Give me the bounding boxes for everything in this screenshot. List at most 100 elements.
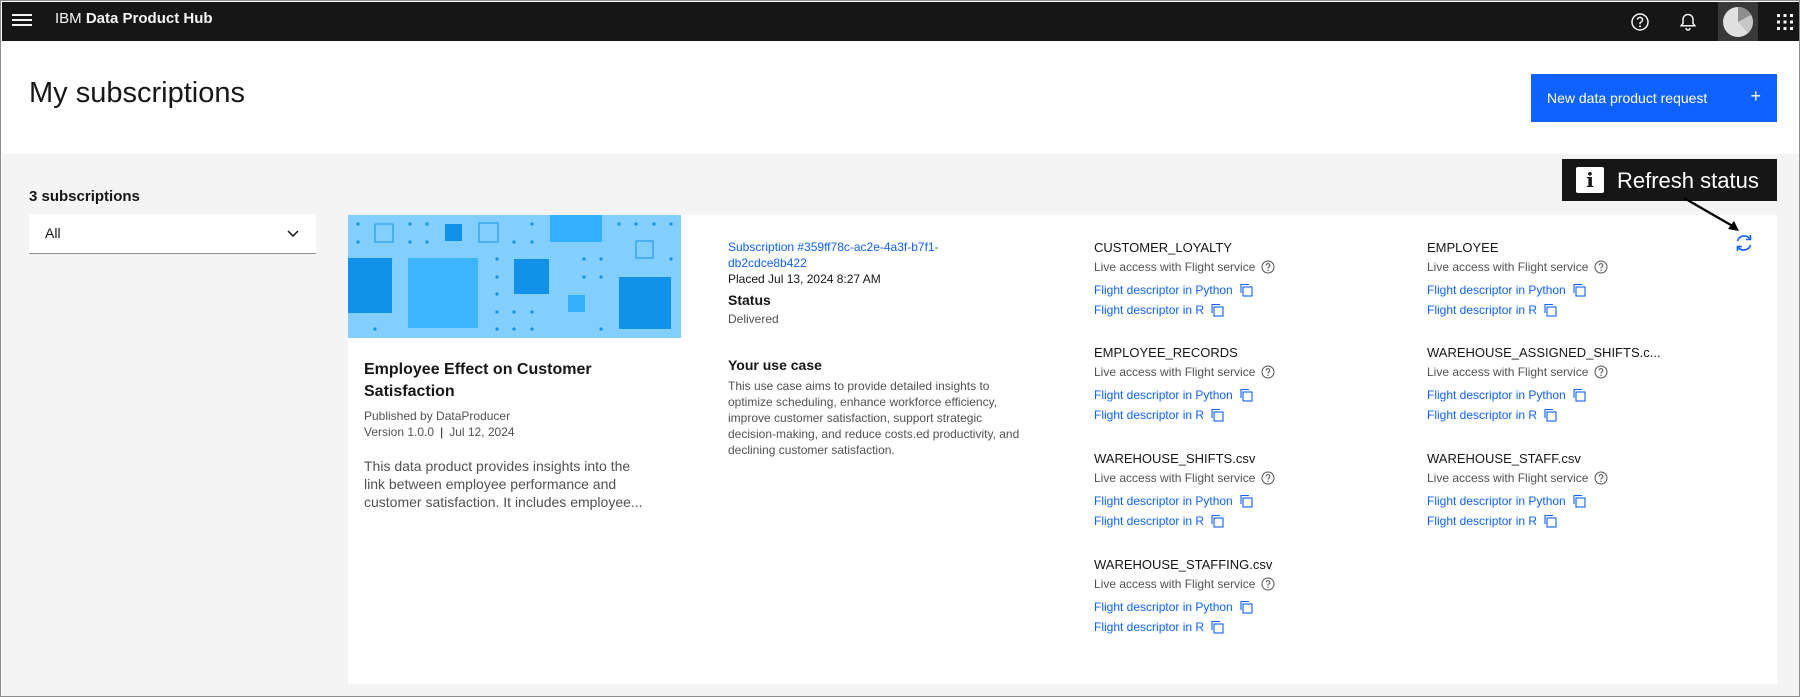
link-text: Flight descriptor in Python (1427, 494, 1566, 508)
asset-item: EMPLOYEE_RECORDS Live access with Flight… (1094, 345, 1394, 435)
brand-name: Data Product Hub (85, 10, 213, 27)
brand-prefix: IBM (55, 10, 82, 27)
copy-icon[interactable] (1239, 283, 1253, 300)
flight-descriptor-python-link[interactable]: Flight descriptor in Python (1427, 388, 1586, 405)
copy-icon[interactable] (1572, 283, 1586, 300)
product-meta: Published by DataProducer Version 1.0.0 |… (364, 408, 515, 440)
plus-icon: + (1750, 86, 1761, 106)
asset-name: WAREHOUSE_ASSIGNED_SHIFTS.c... (1427, 345, 1661, 360)
avatar[interactable] (1718, 2, 1758, 41)
copy-icon[interactable] (1572, 494, 1586, 511)
copy-icon[interactable] (1543, 408, 1557, 425)
chevron-down-icon (286, 226, 300, 243)
new-data-product-request-button[interactable]: New data product request + (1531, 74, 1777, 122)
link-text: Flight descriptor in Python (1427, 283, 1566, 297)
subscription-card: Employee Effect on Customer Satisfaction… (348, 215, 1777, 684)
copy-icon[interactable] (1239, 600, 1253, 617)
asset-item: WAREHOUSE_SHIFTS.csv Live access with Fl… (1094, 451, 1394, 541)
asset-name: WAREHOUSE_STAFFING.csv (1094, 557, 1273, 572)
link-text: Flight descriptor in Python (1427, 388, 1566, 402)
asset-item: WAREHOUSE_STAFFING.csv Live access with … (1094, 557, 1394, 647)
link-text: Flight descriptor in R (1427, 408, 1538, 422)
help-icon[interactable] (1261, 260, 1275, 277)
link-text: Flight descriptor in Python (1094, 494, 1233, 508)
asset-access: Live access with Flight service (1094, 365, 1275, 382)
subscription-count: 3 subscriptions (29, 188, 140, 205)
copy-icon[interactable] (1239, 388, 1253, 405)
asset-item: EMPLOYEE Live access with Flight service… (1427, 240, 1727, 330)
asset-access-text: Live access with Flight service (1427, 365, 1589, 379)
link-text: Flight descriptor in Python (1094, 600, 1233, 614)
link-text: Flight descriptor in R (1427, 514, 1538, 528)
link-text: Flight descriptor in R (1094, 620, 1205, 634)
product-title[interactable]: Employee Effect on Customer Satisfaction (364, 359, 664, 403)
help-icon[interactable] (1261, 365, 1275, 382)
flight-descriptor-r-link[interactable]: Flight descriptor in R (1094, 408, 1224, 425)
flight-descriptor-python-link[interactable]: Flight descriptor in Python (1094, 494, 1253, 511)
subscription-id-link[interactable]: Subscription #359ff78c-ac2e-4a3f-b7f1-db… (728, 239, 988, 271)
usecase-label: Your use case (728, 357, 822, 373)
link-text: Flight descriptor in Python (1094, 283, 1233, 297)
asset-access: Live access with Flight service (1094, 471, 1275, 488)
flight-descriptor-python-link[interactable]: Flight descriptor in Python (1094, 600, 1253, 617)
flight-descriptor-r-link[interactable]: Flight descriptor in R (1094, 303, 1224, 320)
flight-descriptor-python-link[interactable]: Flight descriptor in Python (1427, 283, 1586, 300)
help-icon[interactable] (1261, 577, 1275, 594)
tooltip-text: Refresh status (1617, 168, 1759, 193)
asset-access: Live access with Flight service (1094, 577, 1275, 594)
copy-icon[interactable] (1210, 303, 1224, 320)
flight-descriptor-python-link[interactable]: Flight descriptor in Python (1094, 283, 1253, 300)
flight-descriptor-r-link[interactable]: Flight descriptor in R (1427, 303, 1557, 320)
filter-dropdown[interactable]: All (29, 214, 316, 254)
help-icon[interactable] (1594, 260, 1608, 277)
refresh-status-tooltip: i Refresh status (1562, 159, 1777, 201)
help-icon[interactable] (1624, 6, 1656, 38)
product-date: Jul 12, 2024 (449, 425, 515, 439)
copy-icon[interactable] (1239, 494, 1253, 511)
flight-descriptor-r-link[interactable]: Flight descriptor in R (1427, 514, 1557, 531)
product-version: Version 1.0.0 (364, 425, 435, 439)
asset-access: Live access with Flight service (1094, 260, 1275, 277)
flight-descriptor-python-link[interactable]: Flight descriptor in Python (1094, 388, 1253, 405)
status-value: Delivered (728, 312, 779, 326)
notification-icon[interactable] (1672, 6, 1704, 38)
asset-access: Live access with Flight service (1427, 471, 1608, 488)
link-text: Flight descriptor in R (1094, 408, 1205, 422)
asset-access-text: Live access with Flight service (1427, 471, 1589, 485)
asset-access-text: Live access with Flight service (1094, 577, 1256, 591)
new-request-label: New data product request (1547, 90, 1708, 106)
flight-descriptor-r-link[interactable]: Flight descriptor in R (1094, 514, 1224, 531)
copy-icon[interactable] (1210, 408, 1224, 425)
app-switcher-icon[interactable] (1769, 6, 1800, 38)
copy-icon[interactable] (1210, 514, 1224, 531)
copy-icon[interactable] (1572, 388, 1586, 405)
help-icon[interactable] (1261, 471, 1275, 488)
asset-item: WAREHOUSE_ASSIGNED_SHIFTS.c... Live acce… (1427, 345, 1727, 435)
asset-access-text: Live access with Flight service (1094, 260, 1256, 274)
main-content: 3 subscriptions All Employee Effect on C… (2, 154, 1799, 696)
copy-icon[interactable] (1210, 620, 1224, 637)
asset-access-text: Live access with Flight service (1427, 260, 1589, 274)
flight-descriptor-r-link[interactable]: Flight descriptor in R (1094, 620, 1224, 637)
link-text: Flight descriptor in R (1094, 514, 1205, 528)
page-title: My subscriptions (29, 77, 245, 109)
asset-name: EMPLOYEE_RECORDS (1094, 345, 1238, 360)
asset-access-text: Live access with Flight service (1094, 365, 1256, 379)
asset-name: WAREHOUSE_SHIFTS.csv (1094, 451, 1256, 466)
product-publisher: Published by DataProducer (364, 409, 511, 423)
asset-name: CUSTOMER_LOYALTY (1094, 240, 1232, 255)
help-icon[interactable] (1594, 365, 1608, 382)
product-banner-image (348, 215, 681, 338)
help-icon[interactable] (1594, 471, 1608, 488)
status-label: Status (728, 292, 771, 308)
menu-icon[interactable] (12, 11, 32, 31)
meta-separator: | (440, 425, 444, 439)
flight-descriptor-r-link[interactable]: Flight descriptor in R (1427, 408, 1557, 425)
flight-descriptor-python-link[interactable]: Flight descriptor in Python (1427, 494, 1586, 511)
link-text: Flight descriptor in R (1094, 303, 1205, 317)
copy-icon[interactable] (1543, 303, 1557, 320)
app-brand[interactable]: IBM Data Product Hub (55, 10, 213, 27)
usecase-text: This use case aims to provide detailed i… (728, 379, 1020, 457)
asset-name: WAREHOUSE_STAFF.csv (1427, 451, 1581, 466)
copy-icon[interactable] (1543, 514, 1557, 531)
